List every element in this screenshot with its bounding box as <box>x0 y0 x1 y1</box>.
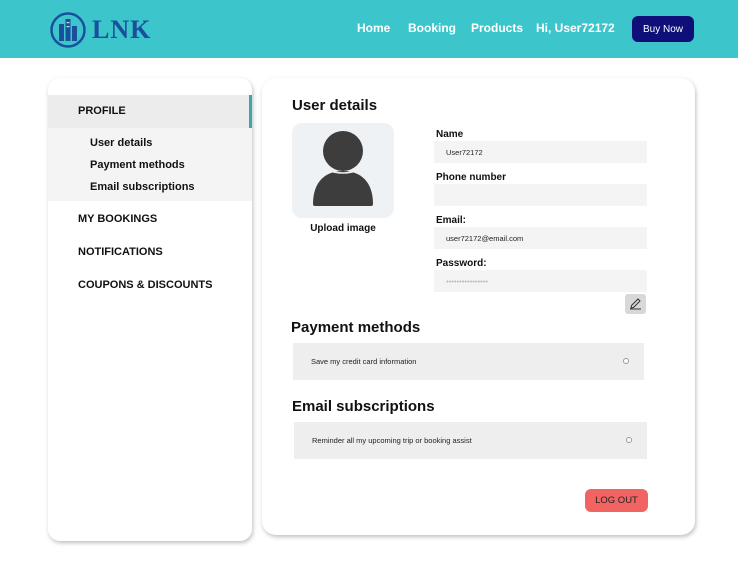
trip-reminder-option[interactable]: Reminder all my upcoming trip or booking… <box>294 422 647 459</box>
name-label: Name <box>436 129 464 140</box>
sidebar-item-notifications[interactable]: NOTIFICATIONS <box>78 246 163 258</box>
phone-label: Phone number <box>436 172 507 183</box>
pencil-icon <box>630 298 641 310</box>
sidebar-subitem-payment-methods[interactable]: Payment methods <box>90 159 185 171</box>
logo-building-icon <box>50 12 86 48</box>
user-silhouette-icon <box>313 131 373 206</box>
password-label: Password: <box>436 258 487 269</box>
logo[interactable]: LNK <box>50 12 151 48</box>
sidebar-item-my-bookings[interactable]: MY BOOKINGS <box>78 213 157 225</box>
logo-text: LNK <box>92 15 152 44</box>
buy-now-button[interactable]: Buy Now <box>632 16 694 42</box>
sidebar-item-profile-label[interactable]: PROFILE <box>78 105 126 117</box>
trip-reminder-radio[interactable] <box>626 437 632 443</box>
email-subscriptions-heading: Email subscriptions <box>292 398 435 415</box>
save-card-option[interactable]: Save my credit card information <box>293 343 644 380</box>
sidebar: PROFILE User details Payment methods Ema… <box>48 78 252 541</box>
sidebar-subitem-user-details[interactable]: User details <box>90 137 152 149</box>
email-field[interactable]: user72172@email.com <box>434 227 647 249</box>
password-field[interactable]: •••••••••••••••• <box>434 270 647 292</box>
profile-panel: User details Upload image Name User72172… <box>262 78 695 535</box>
sidebar-subitem-email-subscriptions[interactable]: Email subscriptions <box>90 181 195 193</box>
trip-reminder-option-label: Reminder all my upcoming trip or booking… <box>312 436 472 445</box>
name-field[interactable]: User72172 <box>434 141 647 163</box>
logout-button[interactable]: LOG OUT <box>585 489 648 512</box>
nav-home-link[interactable]: Home <box>357 21 390 35</box>
save-card-option-label: Save my credit card information <box>311 357 417 366</box>
sidebar-item-coupons[interactable]: COUPONS & DISCOUNTS <box>78 279 212 291</box>
user-details-heading: User details <box>292 97 378 114</box>
top-header: LNK Home Booking Products Hi, User72172 … <box>0 0 738 58</box>
payment-methods-heading: Payment methods <box>291 319 421 336</box>
email-label: Email: <box>436 215 467 226</box>
upload-image-button[interactable]: Upload image <box>292 223 394 234</box>
edit-button[interactable] <box>625 294 646 314</box>
user-greeting[interactable]: Hi, User72172 <box>536 21 615 35</box>
phone-field[interactable] <box>434 184 647 206</box>
nav-products-link[interactable]: Products <box>471 21 523 35</box>
nav-booking-link[interactable]: Booking <box>408 21 456 35</box>
save-card-radio[interactable] <box>623 358 629 364</box>
avatar[interactable] <box>292 123 394 218</box>
